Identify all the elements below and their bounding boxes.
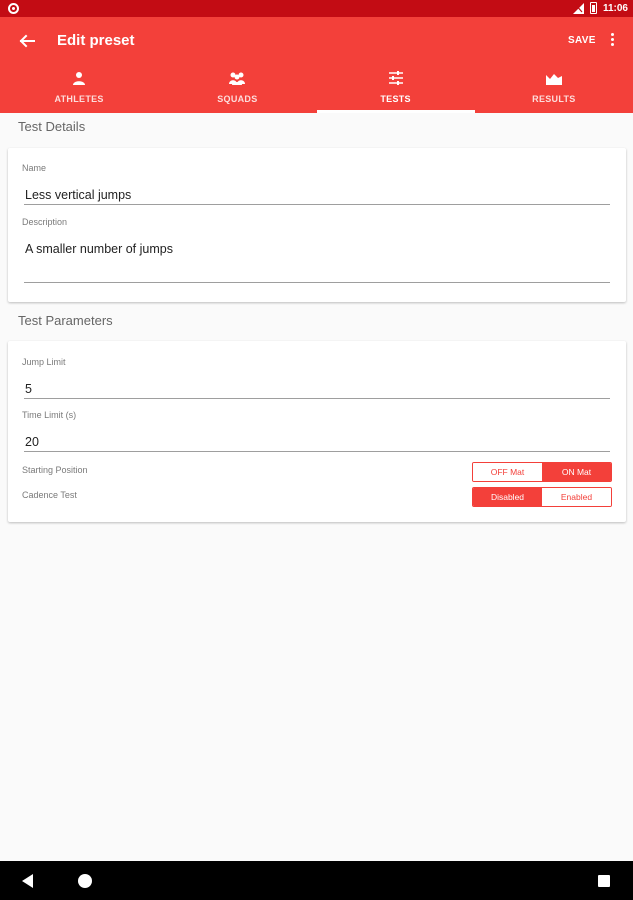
save-button[interactable]: SAVE [568,35,596,46]
cadence-test-label: Cadence Test [22,490,77,500]
system-nav-bar [0,861,633,900]
test-details-card: Name Less vertical jumps Description A s… [8,148,626,302]
group-icon [229,72,246,85]
tab-results[interactable]: RESULTS [475,67,633,113]
off-mat-option[interactable]: OFF Mat [473,463,542,481]
time-limit-label: Time Limit (s) [22,410,77,420]
tab-label: TESTS [380,94,411,104]
tab-bar: ATHLETES SQUADS TESTS RESULTS [0,67,633,113]
test-details-heading: Test Details [18,119,86,134]
area-chart-icon [545,74,562,85]
starting-position-toggle: OFF Mat ON Mat [472,462,612,482]
description-label: Description [22,217,68,227]
nav-home-icon[interactable] [78,874,92,888]
arrow-back-icon[interactable] [12,29,40,53]
tune-icon [388,71,403,85]
time-limit-field[interactable]: 20 [25,435,39,449]
tab-squads[interactable]: SQUADS [158,67,316,113]
nav-back-icon[interactable] [22,874,33,888]
notification-icon [8,3,19,14]
name-underline [24,204,610,205]
tab-label: RESULTS [532,94,576,104]
jump-limit-label: Jump Limit [22,357,66,367]
status-bar: 11:06 [0,0,633,17]
tab-indicator [316,110,475,113]
status-time: 11:06 [602,3,628,14]
more-vert-icon[interactable] [606,32,618,50]
cadence-test-toggle: Disabled Enabled [472,487,612,507]
signal-icon [573,3,584,14]
app-bar: Edit preset SAVE ATHLETES SQUADS TESTS R… [0,17,633,113]
tab-label: ATHLETES [54,94,104,104]
tab-tests[interactable]: TESTS [316,67,475,113]
disabled-option[interactable]: Disabled [473,488,542,506]
tab-athletes[interactable]: ATHLETES [0,67,158,113]
jump-limit-field[interactable]: 5 [25,382,32,396]
test-parameters-card: Jump Limit 5 Time Limit (s) 20 Starting … [8,341,626,522]
name-field[interactable]: Less vertical jumps [25,188,131,202]
description-field[interactable]: A smaller number of jumps [25,242,173,256]
tab-label: SQUADS [217,94,258,104]
page-title: Edit preset [57,32,135,49]
name-label: Name [22,163,47,173]
test-parameters-heading: Test Parameters [18,313,113,328]
description-underline [24,282,610,283]
battery-icon [590,2,597,14]
enabled-option[interactable]: Enabled [542,488,611,506]
time-limit-underline [24,451,610,452]
person-icon [73,72,86,85]
starting-position-label: Starting Position [22,465,88,475]
nav-recents-icon[interactable] [598,875,610,887]
jump-limit-underline [24,398,610,399]
on-mat-option[interactable]: ON Mat [542,463,611,481]
